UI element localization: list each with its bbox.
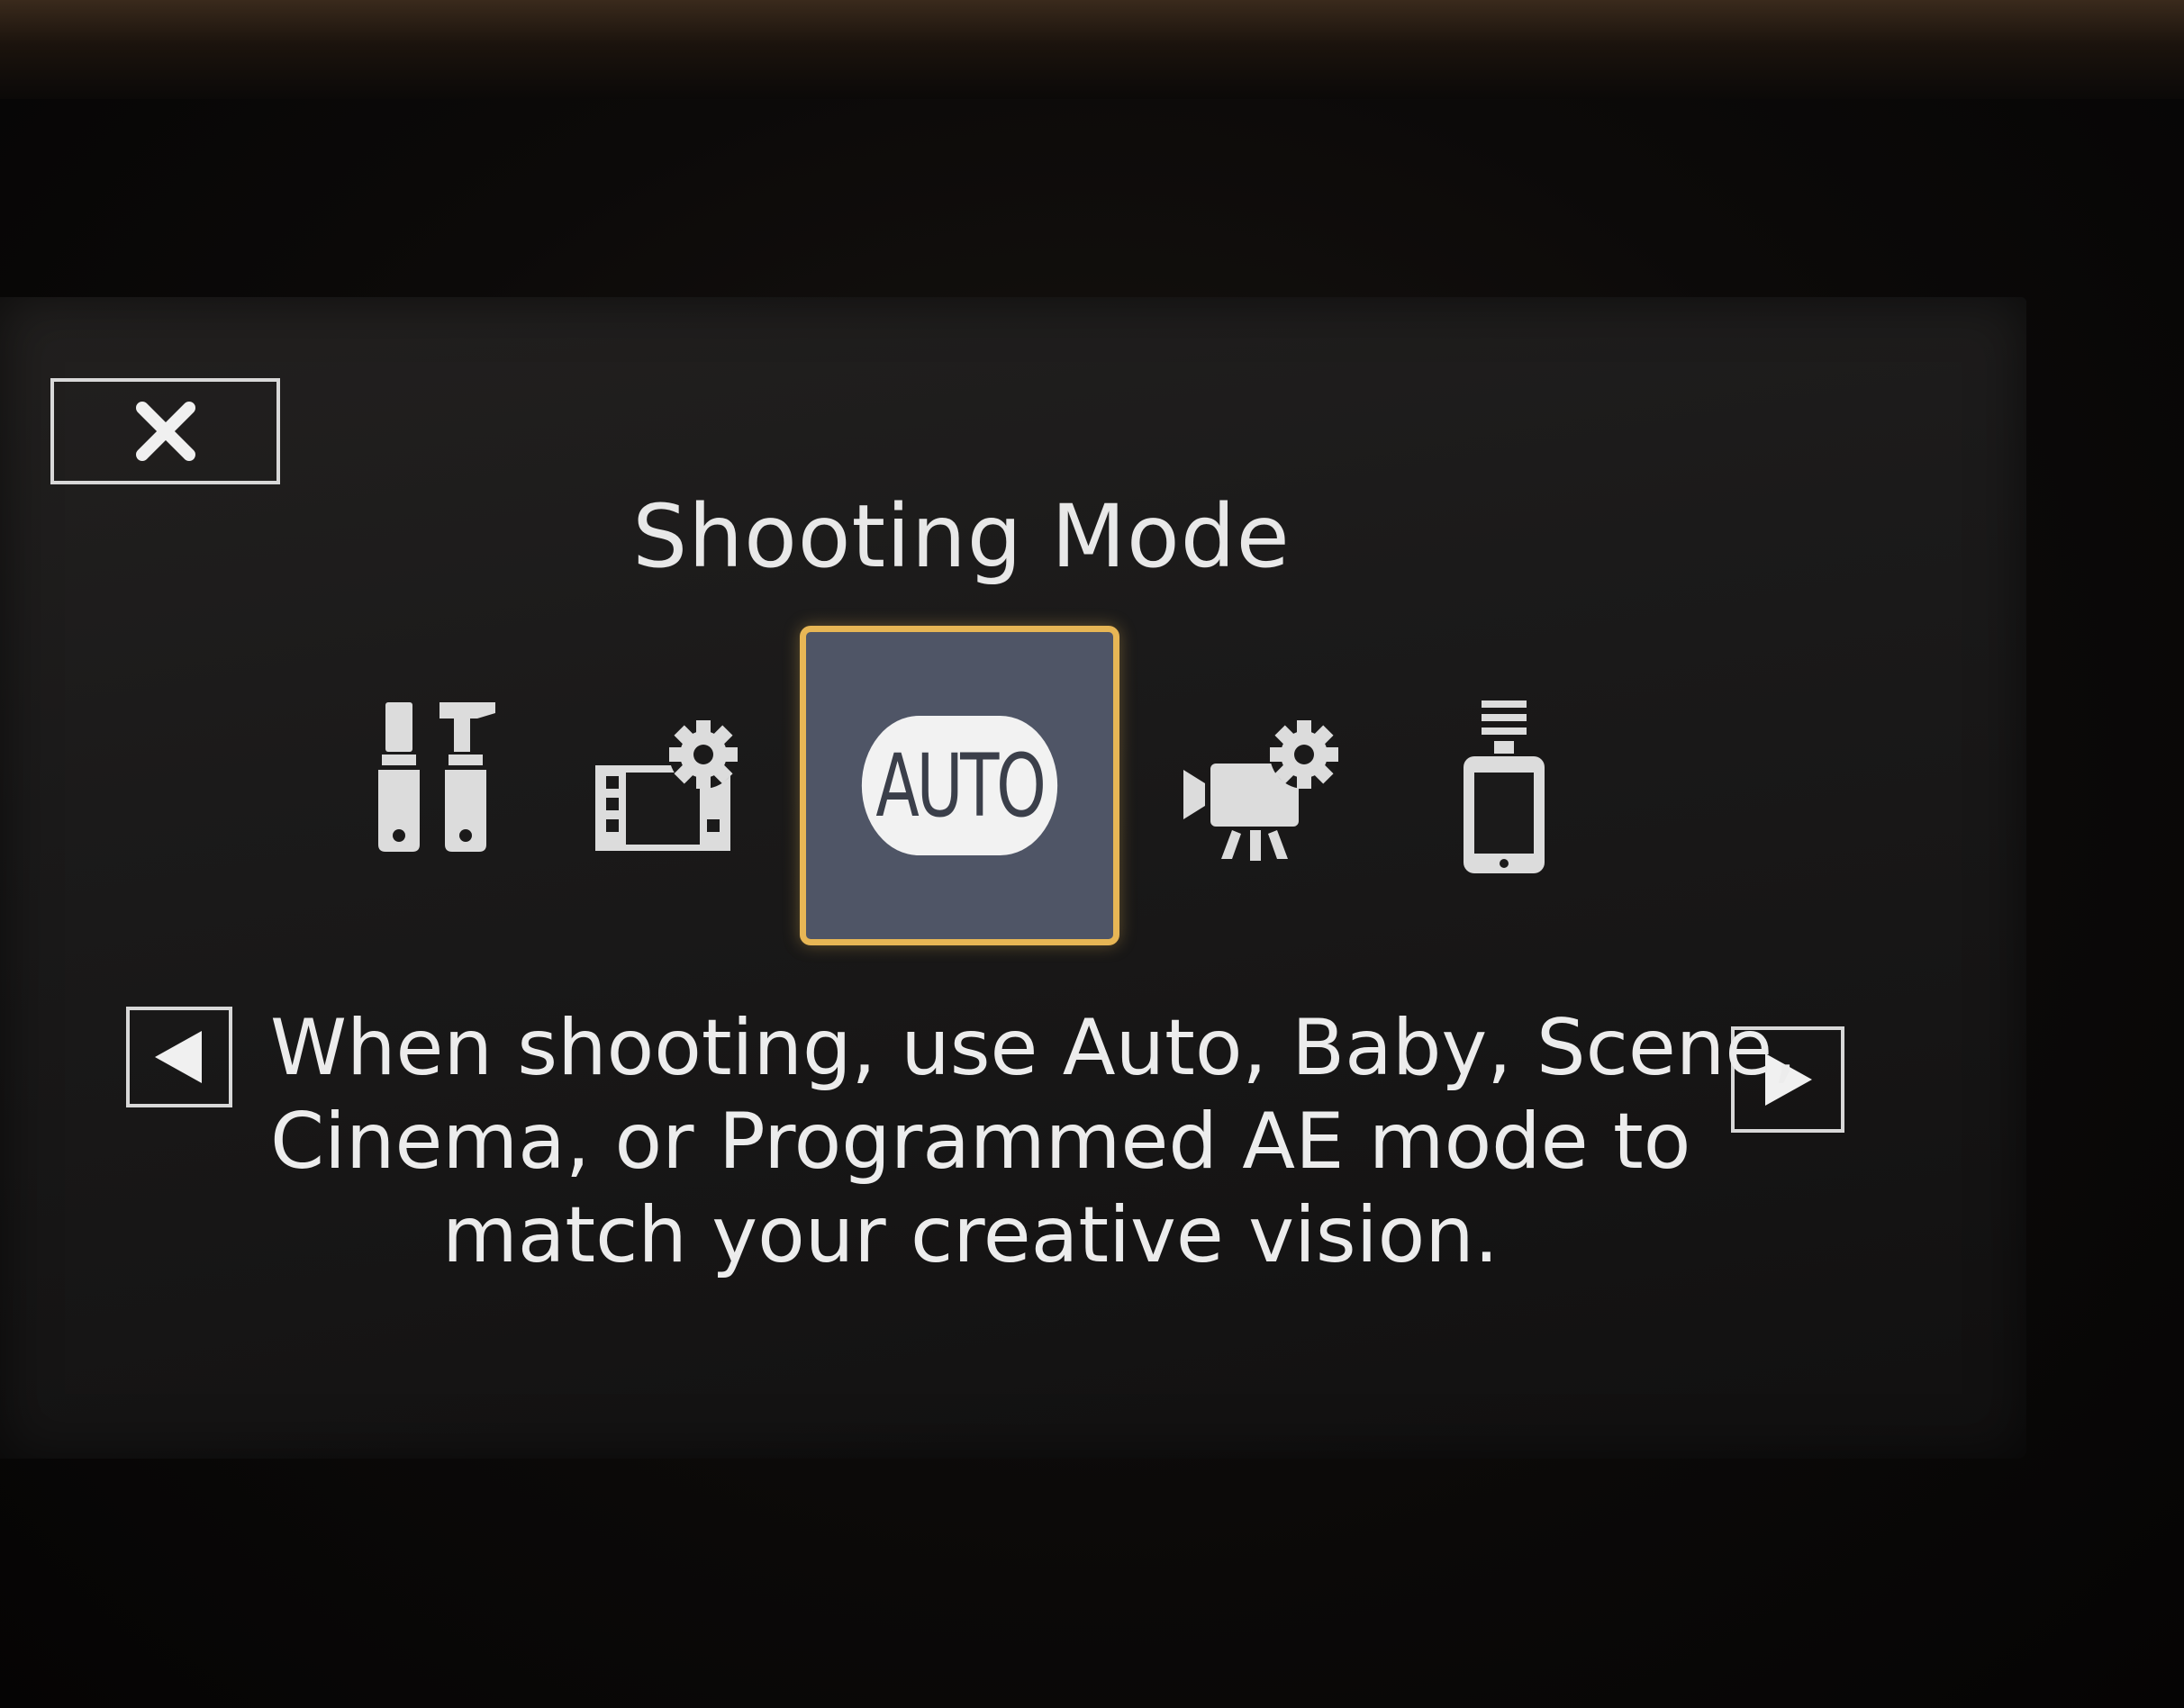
camcorder-gear-icon [1183,720,1338,861]
mode-selector-row: AUTO [0,626,2184,950]
page-title: Shooting Mode [632,486,1291,587]
auto-label: AUTO [875,735,1046,836]
description-line-2: Cinema, or Programmed AE mode to [270,1097,1691,1187]
close-button[interactable] [50,378,280,484]
description-line-3: match your creative vision. [441,1190,1500,1280]
film-gear-icon [594,720,738,851]
smartphone-wifi-icon [1464,700,1545,873]
mode-camcorder-settings-button[interactable] [1175,720,1346,864]
close-x-icon [135,402,195,461]
previous-mode-button[interactable] [126,1007,232,1107]
left-arrow-icon [155,1031,202,1083]
mode-tools-button[interactable] [360,698,513,860]
mode-movie-settings-button[interactable] [585,716,752,860]
mode-smartphone-button[interactable] [1441,698,1567,878]
tools-icon [378,702,495,852]
auto-pill-icon: AUTO [861,716,1058,855]
mode-description: When shooting, use Auto, Baby, Scene, Ci… [270,1001,1798,1282]
mode-auto-button[interactable]: AUTO [800,626,1119,945]
camera-top-edge [0,0,2184,99]
description-line-1: When shooting, use Auto, Baby, Scene, [270,1003,1798,1093]
